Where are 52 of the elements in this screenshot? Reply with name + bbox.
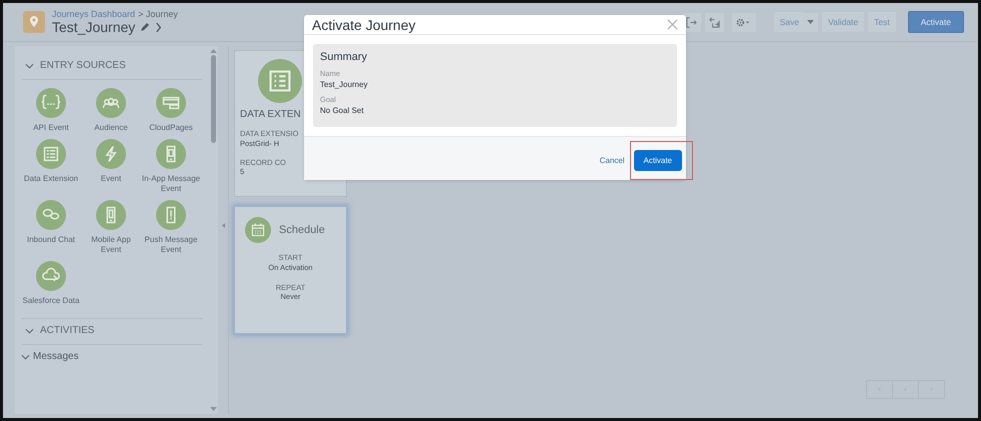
pencil-icon[interactable] <box>140 22 150 32</box>
scroll-up-icon[interactable] <box>210 48 217 53</box>
chevron-down-icon[interactable] <box>25 328 34 334</box>
cards-icon[interactable] <box>156 88 186 118</box>
lightning-icon[interactable] <box>96 139 126 169</box>
card-title: Schedule <box>279 224 325 236</box>
entry-source-label: Event <box>100 174 122 184</box>
entry-source-label: CloudPages <box>149 123 193 133</box>
breadcrumb-text: > Journey <box>138 9 178 19</box>
toolbar-button[interactable]: Validate <box>822 12 864 32</box>
section-header[interactable]: ACTIVITIES <box>40 325 94 336</box>
cancel-link[interactable]: Cancel <box>600 156 625 164</box>
toolbar-button[interactable]: Activate <box>908 11 964 33</box>
entry-source-label: API Event <box>33 123 69 133</box>
card-title: DATA EXTEN <box>240 109 301 120</box>
collapse-handle-icon[interactable] <box>222 222 224 228</box>
breadcrumb-link[interactable]: Journeys Dashboard <box>52 9 136 19</box>
entry-source-label: Push Message Event <box>144 235 198 255</box>
map-pin-icon <box>23 11 45 33</box>
export-icon[interactable] <box>704 12 724 32</box>
scrollbar[interactable] <box>209 46 218 414</box>
journey-title: Test_Journey <box>52 19 136 35</box>
list-icon <box>258 59 302 103</box>
entry-source-label: Salesforce Data <box>22 296 80 306</box>
cloud-icon[interactable] <box>36 261 66 291</box>
dialog-title: Activate Journey <box>312 16 416 32</box>
list-icon[interactable] <box>36 139 66 169</box>
section-header[interactable]: ENTRY SOURCES <box>40 60 126 71</box>
entry-source-label: Audience <box>94 123 128 133</box>
caret-down-icon[interactable] <box>803 12 818 32</box>
entry-source-label: Data Extension <box>24 174 78 184</box>
section-header[interactable]: Messages <box>33 351 79 362</box>
chevron-right-icon[interactable] <box>155 22 162 32</box>
calendar-icon <box>245 217 271 243</box>
scrollbar-thumb[interactable] <box>211 55 216 143</box>
chevron-down-icon[interactable] <box>21 354 30 360</box>
people-icon[interactable] <box>96 88 126 118</box>
close-icon[interactable] <box>667 19 678 30</box>
entry-source-label: Inbound Chat <box>26 235 76 245</box>
gear-icon[interactable] <box>732 12 756 32</box>
entry-source-label: In-App Message Event <box>141 174 201 194</box>
toolbar-button[interactable]: Save <box>774 12 806 32</box>
entry-source-label: Mobile App Event <box>90 235 132 255</box>
toolbar-button[interactable]: Test <box>868 12 896 32</box>
activate-button[interactable]: Activate <box>634 150 682 171</box>
phone-icon[interactable] <box>156 139 186 169</box>
braces-icon[interactable] <box>36 88 66 118</box>
scroll-down-icon[interactable] <box>210 407 217 412</box>
phone-icon[interactable] <box>96 200 126 230</box>
chevron-down-icon[interactable] <box>25 62 34 68</box>
phone-alert-icon[interactable] <box>156 200 186 230</box>
chat-icon[interactable] <box>36 200 66 230</box>
